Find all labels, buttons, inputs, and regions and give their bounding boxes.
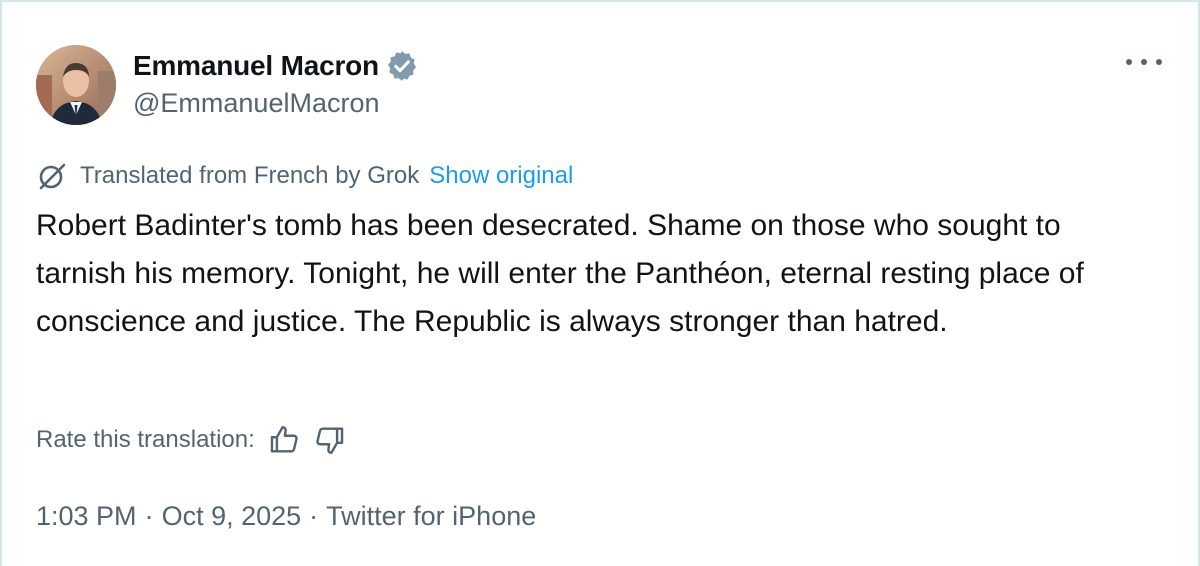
tweet-meta: 1:03 PM · Oct 9, 2025 · Twitter for iPho… [36, 498, 536, 534]
show-original-link[interactable]: Show original [429, 162, 573, 190]
tweet-date[interactable]: Oct 9, 2025 [162, 501, 302, 532]
tweet-source[interactable]: Twitter for iPhone [326, 501, 536, 532]
thumbs-up-icon[interactable] [267, 423, 301, 457]
rate-label: Rate this translation: [36, 426, 255, 453]
tweet-text: Robert Badinter's tomb has been desecrat… [36, 209, 1084, 338]
translation-label: Translated from French by Grok [80, 162, 420, 189]
separator: · [309, 500, 319, 531]
translation-notice: Translated from French by Grok Show orig… [36, 160, 573, 192]
tweet-card: Emmanuel Macron @EmmanuelMacron Translat… [0, 0, 1200, 566]
author-row: Emmanuel Macron [133, 46, 419, 86]
thumbs-down-icon[interactable] [313, 423, 347, 457]
avatar[interactable] [36, 45, 116, 125]
author-handle[interactable]: @EmmanuelMacron [133, 88, 380, 119]
author-name[interactable]: Emmanuel Macron [133, 50, 379, 82]
verified-badge-icon [385, 49, 419, 83]
avatar-image [36, 45, 116, 125]
tweet-time[interactable]: 1:03 PM [36, 501, 137, 532]
rate-translation: Rate this translation: [36, 422, 347, 458]
grok-icon [36, 160, 68, 192]
separator: · [144, 500, 154, 531]
more-options-icon[interactable] [1126, 52, 1162, 72]
